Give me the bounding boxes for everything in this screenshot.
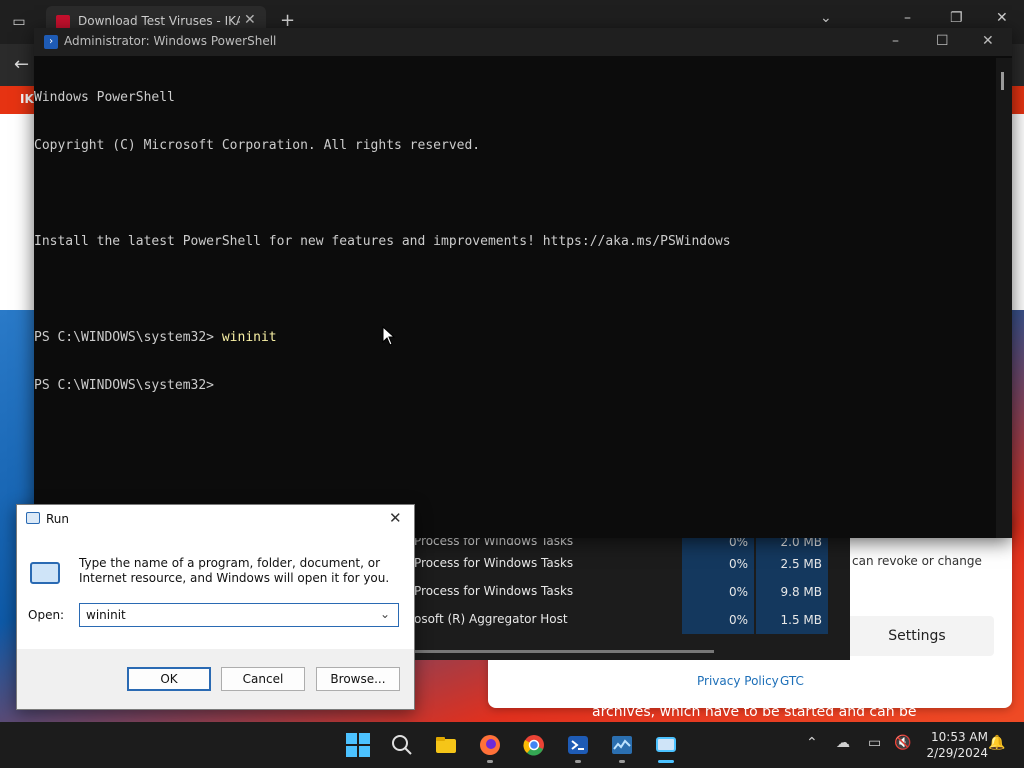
- console-line: Copyright (C) Microsoft Corporation. All…: [34, 138, 481, 153]
- mouse-pointer-icon: [382, 326, 396, 346]
- restore-icon[interactable]: ❐: [950, 10, 963, 26]
- clock-time: 10:53 AM: [931, 730, 988, 744]
- run-icon: [26, 512, 40, 524]
- close-icon[interactable]: ✕: [996, 10, 1008, 26]
- cancel-button[interactable]: Cancel: [221, 667, 305, 691]
- horizontal-scrollbar[interactable]: [414, 650, 714, 653]
- process-name: Process for Windows Tasks: [414, 584, 574, 598]
- search-icon[interactable]: [390, 733, 414, 757]
- run-title: Run: [46, 512, 70, 526]
- back-arrow-icon[interactable]: ←: [14, 54, 29, 75]
- onedrive-icon[interactable]: ☁: [836, 735, 850, 751]
- minimize-icon[interactable]: –: [904, 10, 911, 26]
- privacy-policy-link[interactable]: Privacy Policy: [697, 674, 779, 688]
- task-manager-icon[interactable]: [610, 733, 634, 757]
- chevron-up-icon[interactable]: ⌃: [806, 735, 818, 751]
- process-name: Process for Windows Tasks: [414, 556, 574, 570]
- run-description: Type the name of a program, folder, docu…: [79, 556, 390, 585]
- ikarus-favicon-icon: [56, 15, 70, 29]
- notification-bell-icon[interactable]: 🔔: [988, 735, 1005, 751]
- process-memory: 9.8 MB: [756, 578, 828, 606]
- process-name: osoft (R) Aggregator Host: [414, 612, 568, 626]
- console-command: wininit: [221, 330, 277, 345]
- chrome-icon[interactable]: [522, 733, 546, 757]
- console-scrollbar[interactable]: [996, 58, 1012, 538]
- chevron-down-icon[interactable]: ⌄: [820, 10, 832, 26]
- chevron-down-icon[interactable]: ⌄: [380, 607, 390, 621]
- running-indicator: [619, 760, 625, 763]
- console-prompt: PS C:\WINDOWS\system32>: [34, 378, 215, 393]
- process-memory: 2.5 MB: [756, 550, 828, 578]
- close-tab-icon[interactable]: ✕: [244, 12, 256, 28]
- minimize-icon[interactable]: –: [892, 33, 899, 49]
- maximize-icon[interactable]: ☐: [936, 33, 949, 49]
- gtc-link[interactable]: GTC: [780, 674, 804, 688]
- powershell-window: › Administrator: Windows PowerShell – ☐ …: [34, 28, 1012, 538]
- file-explorer-icon[interactable]: [434, 733, 458, 757]
- settings-button[interactable]: Settings: [840, 616, 994, 656]
- running-indicator: [575, 760, 581, 763]
- firefox-icon[interactable]: [478, 733, 502, 757]
- run-program-icon: [30, 562, 60, 584]
- console-prompt: PS C:\WINDOWS\system32>: [34, 330, 222, 345]
- process-cpu: 0%: [682, 550, 754, 578]
- powershell-title: Administrator: Windows PowerShell: [64, 34, 277, 48]
- console-line: Windows PowerShell: [34, 90, 175, 105]
- clock[interactable]: 10:53 AM 2/29/2024: [918, 729, 988, 761]
- run-taskbar-icon[interactable]: [654, 733, 678, 757]
- console-line: PS C:\WINDOWS\system32> wininit: [34, 330, 996, 346]
- active-indicator: [658, 760, 674, 763]
- windows-start-icon[interactable]: [346, 733, 370, 757]
- open-input[interactable]: wininit ⌄: [79, 603, 399, 627]
- running-indicator: [487, 760, 493, 763]
- process-memory: 1.5 MB: [756, 606, 828, 634]
- cookie-text: can revoke or change: [852, 554, 982, 568]
- open-label: Open:: [28, 608, 65, 622]
- run-dialog: Run ✕ Type the name of a program, folder…: [16, 504, 415, 710]
- volume-muted-icon[interactable]: 🔇: [894, 735, 911, 751]
- tab-list-icon[interactable]: ▭: [8, 12, 30, 32]
- open-input-value[interactable]: wininit: [86, 608, 126, 622]
- ok-button[interactable]: OK: [127, 667, 211, 691]
- tab-title: Download Test Viruses - IKARUS: [78, 14, 240, 28]
- close-icon[interactable]: ✕: [982, 33, 994, 49]
- clock-date: 2/29/2024: [926, 746, 988, 760]
- table-row[interactable]: Process for Windows Tasks 0% 2.5 MB: [414, 550, 850, 578]
- console-output[interactable]: Windows PowerShell Copyright (C) Microso…: [34, 58, 996, 538]
- browse-button[interactable]: Browse...: [316, 667, 400, 691]
- powershell-taskbar-icon[interactable]: [566, 733, 590, 757]
- powershell-icon: ›: [44, 35, 58, 49]
- hero-text: archives, which have to be started and c…: [592, 704, 917, 720]
- process-cpu: 0%: [682, 606, 754, 634]
- process-cpu: 0%: [682, 578, 754, 606]
- powershell-titlebar[interactable]: › Administrator: Windows PowerShell – ☐ …: [34, 28, 1012, 56]
- table-row[interactable]: Process for Windows Tasks 0% 9.8 MB: [414, 578, 850, 606]
- taskbar: ⌃ ☁ ▭ 🔇 10:53 AM 2/29/2024 🔔: [0, 722, 1024, 768]
- console-line: Install the latest PowerShell for new fe…: [34, 234, 731, 249]
- display-icon[interactable]: ▭: [868, 735, 881, 751]
- close-icon[interactable]: ✕: [389, 509, 402, 527]
- run-titlebar[interactable]: Run ✕: [17, 505, 414, 533]
- task-manager-fragment: Process for Windows Tasks 0% 2.0 MB Proc…: [414, 528, 850, 660]
- scrollbar-thumb[interactable]: [1001, 72, 1004, 90]
- table-row[interactable]: osoft (R) Aggregator Host 0% 1.5 MB: [414, 606, 850, 634]
